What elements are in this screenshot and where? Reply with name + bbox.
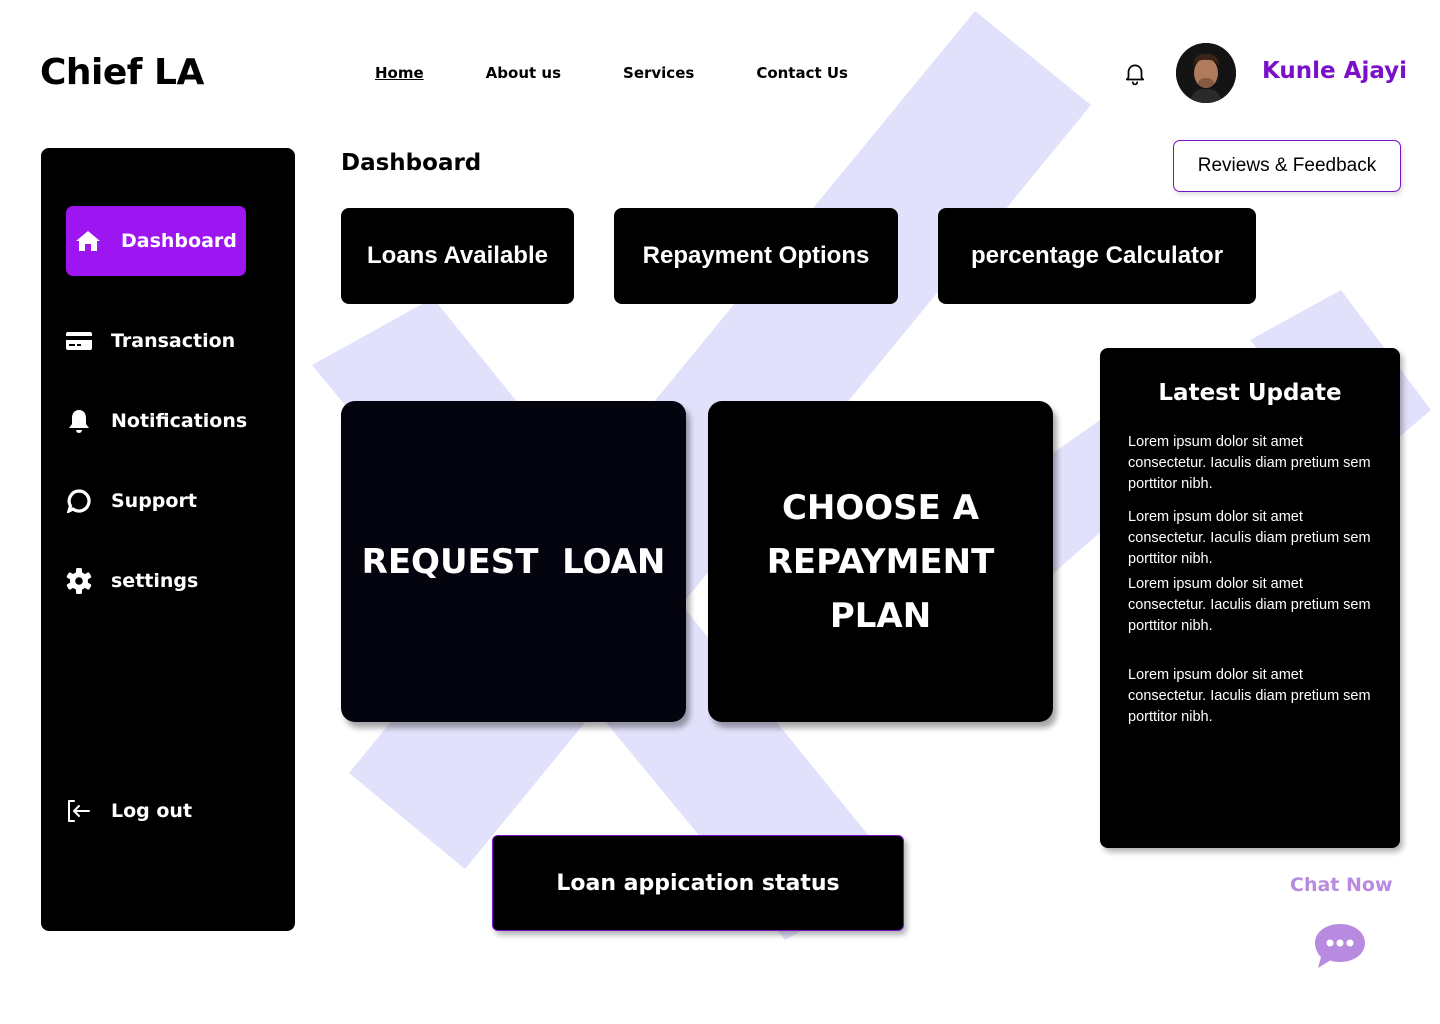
update-item: Lorem ipsum dolor sit amet consectetur. … <box>1128 509 1371 567</box>
update-item: Lorem ipsum dolor sit amet consectetur. … <box>1128 576 1371 634</box>
nav-contact-link[interactable]: Contact Us <box>756 64 848 82</box>
user-avatar[interactable] <box>1176 43 1236 103</box>
gear-icon <box>66 568 92 594</box>
latest-update-panel: Latest Update Lorem ipsum dolor sit amet… <box>1100 348 1400 848</box>
logout-button[interactable]: Log out <box>66 798 192 824</box>
sidebar: Dashboard Transaction Notifications Supp… <box>41 148 295 931</box>
chat-dots-icon[interactable] <box>1313 922 1367 970</box>
card-line: PLAN <box>829 595 932 636</box>
nav-services-link[interactable]: Services <box>623 64 694 82</box>
loans-available-button[interactable]: Loans Available <box>341 208 574 304</box>
chat-bubble-icon <box>66 488 92 514</box>
nav-about-link[interactable]: About us <box>486 64 561 82</box>
credit-card-icon <box>66 328 92 354</box>
chat-now-link[interactable]: Chat Now <box>1290 874 1393 896</box>
request-loan-card[interactable]: REQUEST LOAN <box>341 401 686 722</box>
logout-icon <box>66 798 92 824</box>
home-icon <box>75 228 101 254</box>
sidebar-item-label: Dashboard <box>121 230 237 252</box>
repayment-options-button[interactable]: Repayment Options <box>614 208 898 304</box>
sidebar-item-label: Notifications <box>111 410 248 432</box>
percentage-calculator-button[interactable]: percentage Calculator <box>938 208 1256 304</box>
card-line: REQUEST LOAN <box>361 541 666 582</box>
card-text: CHOOSE A REPAYMENT PLAN <box>767 481 995 643</box>
nav-home-link[interactable]: Home <box>375 64 424 82</box>
sidebar-item-label: Transaction <box>111 330 236 352</box>
sidebar-item-dashboard[interactable]: Dashboard <box>66 206 246 276</box>
latest-update-title: Latest Update <box>1158 380 1342 406</box>
sidebar-item-settings[interactable]: settings <box>66 568 198 594</box>
sidebar-item-transaction[interactable]: Transaction <box>66 328 235 354</box>
user-name[interactable]: Kunle Ajayi <box>1262 58 1407 84</box>
loan-application-status-button[interactable]: Loan appication status <box>492 835 904 931</box>
page-title: Dashboard <box>341 150 482 176</box>
logout-label: Log out <box>111 800 193 822</box>
bell-icon <box>66 408 92 434</box>
card-line: REPAYMENT <box>766 541 995 582</box>
bell-icon[interactable] <box>1122 60 1148 86</box>
choose-repayment-plan-card[interactable]: CHOOSE A REPAYMENT PLAN <box>708 401 1053 722</box>
update-item: Lorem ipsum dolor sit amet consectetur. … <box>1128 667 1371 725</box>
reviews-feedback-button[interactable]: Reviews & Feedback <box>1173 140 1401 192</box>
app-logo[interactable]: Chief LA <box>40 52 204 93</box>
sidebar-item-support[interactable]: Support <box>66 488 197 514</box>
sidebar-item-label: settings <box>111 570 199 592</box>
update-item: Lorem ipsum dolor sit amet consectetur. … <box>1128 434 1371 492</box>
card-text: REQUEST LOAN <box>362 535 666 589</box>
sidebar-item-label: Support <box>111 490 197 512</box>
top-nav: Home About us Services Contact Us <box>375 64 910 82</box>
card-line: CHOOSE A <box>781 487 980 528</box>
sidebar-item-notifications[interactable]: Notifications <box>66 408 247 434</box>
